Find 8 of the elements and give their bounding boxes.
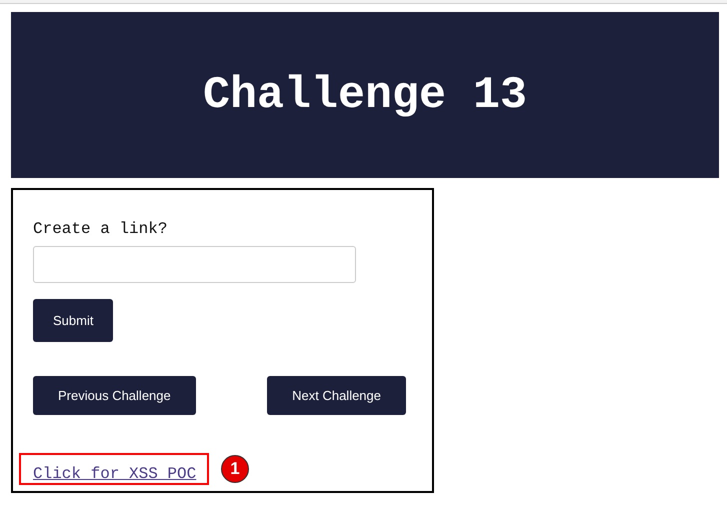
field-label: Create a link? — [33, 220, 168, 238]
page-title: Challenge 13 — [202, 70, 528, 120]
annotation-badge: 1 — [221, 455, 249, 483]
xss-poc-link[interactable]: Click for XSS POC — [33, 465, 196, 483]
submit-button[interactable]: Submit — [33, 299, 114, 342]
navigation-button[interactable]: Next Challenge — [267, 376, 406, 415]
navigation-button[interactable]: Previous Challenge — [33, 376, 196, 415]
link-input-field[interactable] — [33, 246, 356, 283]
